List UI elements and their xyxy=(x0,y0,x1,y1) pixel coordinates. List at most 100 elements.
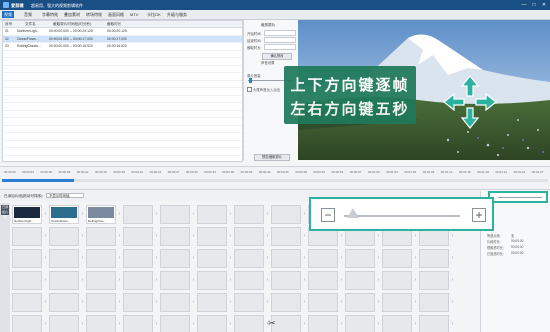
storyboard-empty-slot[interactable] xyxy=(12,249,42,268)
close-button[interactable]: ✕ xyxy=(540,1,548,9)
storyboard-empty-slot[interactable] xyxy=(12,293,42,312)
storyboard-empty-slot[interactable] xyxy=(86,227,116,246)
scissors-icon[interactable]: ✂ xyxy=(268,318,276,329)
storyboard-empty-slot[interactable] xyxy=(345,293,375,312)
menu-mtv[interactable]: MTV xyxy=(128,11,140,18)
storyboard-empty-slot[interactable] xyxy=(49,271,79,290)
storyboard-empty-slot[interactable] xyxy=(308,249,338,268)
storyboard-clip[interactable]: RollingClou... xyxy=(86,205,116,224)
storyboard-empty-slot[interactable] xyxy=(49,315,79,332)
storyboard-empty-slot[interactable] xyxy=(345,271,375,290)
storyboard-empty-slot[interactable] xyxy=(86,271,116,290)
fade-checkbox[interactable] xyxy=(247,87,252,92)
storyboard-empty-slot[interactable] xyxy=(197,205,227,224)
storyboard-empty-slot[interactable] xyxy=(271,249,301,268)
timeline-tick-label: 00:01:24 xyxy=(513,170,526,174)
menu-upgrade-service[interactable]: 升级与服务 xyxy=(165,11,189,18)
storyboard-empty-slot[interactable] xyxy=(86,293,116,312)
storyboard-empty-slot[interactable] xyxy=(160,249,190,268)
storyboard-empty-slot[interactable] xyxy=(123,249,153,268)
preview-cut-button[interactable]: 预览/截取原片 xyxy=(254,154,290,161)
storyboard-empty-slot[interactable] xyxy=(12,271,42,290)
menu-video[interactable]: 视频 xyxy=(2,11,14,18)
storyboard-empty-slot[interactable] xyxy=(123,293,153,312)
storyboard-empty-slot[interactable] xyxy=(197,271,227,290)
storyboard-empty-slot[interactable] xyxy=(271,271,301,290)
storyboard-clip[interactable]: OceanFlows... xyxy=(49,205,79,224)
storyboard-empty-slot[interactable] xyxy=(234,249,264,268)
storyboard-empty-slot[interactable] xyxy=(49,293,79,312)
storyboard-empty-slot[interactable] xyxy=(419,249,449,268)
maximize-button[interactable]: □ xyxy=(530,1,538,9)
storyboard-empty-slot[interactable] xyxy=(234,205,264,224)
storyboard-empty-slot[interactable] xyxy=(123,271,153,290)
storyboard-empty-slot[interactable] xyxy=(160,315,190,332)
storyboard-empty-slot[interactable] xyxy=(271,293,301,312)
storyboard-empty-slot[interactable] xyxy=(12,227,42,246)
menu-subtitle-effects[interactable]: 字幕特效 xyxy=(40,11,60,18)
start-time-field[interactable] xyxy=(264,30,296,36)
storyboard-empty-slot[interactable] xyxy=(12,315,42,332)
volume-slider-thumb[interactable] xyxy=(249,78,252,83)
file-row[interactable]: 01 NorthernLigh... 00:00:00.000 -- 00:00… xyxy=(3,28,242,36)
file-row-selected[interactable]: 02 OceanFlows... 00:00:00.000 -- 00:00:1… xyxy=(3,35,242,43)
storyboard-empty-slot[interactable] xyxy=(197,315,227,332)
file-row[interactable]: 03 RollingClouds... 00:00:00.000 -- 00:0… xyxy=(3,43,242,51)
storyboard-empty-slot[interactable] xyxy=(419,315,449,332)
timeline-tick-label: 00:00:12 xyxy=(76,170,89,174)
timeline-display-select[interactable]: 不显示时间轴 xyxy=(46,193,84,198)
storyboard-empty-slot[interactable] xyxy=(382,315,412,332)
storyboard-empty-slot[interactable] xyxy=(160,271,190,290)
menu-karaoke[interactable]: 卡拉OK xyxy=(145,11,163,18)
confirm-modify-button[interactable]: 确认修改 xyxy=(262,53,292,60)
storyboard-empty-slot[interactable] xyxy=(271,205,301,224)
storyboard-tab[interactable]: 已添加片段 xyxy=(1,205,9,219)
storyboard-empty-slot[interactable] xyxy=(308,293,338,312)
menu-audio[interactable]: 音频 xyxy=(22,11,34,18)
storyboard-empty-slot[interactable] xyxy=(308,315,338,332)
storyboard-empty-slot[interactable] xyxy=(234,293,264,312)
storyboard-empty-slot[interactable] xyxy=(160,227,190,246)
storyboard-empty-slot[interactable] xyxy=(49,227,79,246)
duration-field[interactable] xyxy=(264,44,296,50)
storyboard-empty-slot[interactable] xyxy=(382,249,412,268)
storyboard-empty-slot[interactable] xyxy=(345,315,375,332)
storyboard-empty-slot[interactable] xyxy=(123,227,153,246)
storyboard-empty-slot[interactable] xyxy=(197,293,227,312)
zoom-out-button[interactable]: − xyxy=(321,208,335,222)
clip-file-list: 序号 文件名 截取原片时间段(时分秒) 截取时长 01 NorthernLigh… xyxy=(2,20,243,163)
end-time-field[interactable] xyxy=(264,37,296,43)
storyboard-empty-slot[interactable] xyxy=(271,227,301,246)
storyboard-empty-slot[interactable] xyxy=(345,249,375,268)
zoom-slider-thumb[interactable] xyxy=(346,208,359,218)
storyboard-empty-slot[interactable] xyxy=(123,315,153,332)
storyboard-empty-slot[interactable] xyxy=(382,293,412,312)
storyboard-empty-slot[interactable] xyxy=(197,249,227,268)
menu-picture-style[interactable]: 画面风格 xyxy=(106,11,126,18)
storyboard-empty-slot[interactable] xyxy=(86,249,116,268)
minimize-button[interactable]: — xyxy=(520,1,528,9)
storyboard-empty-slot[interactable] xyxy=(160,205,190,224)
storyboard-empty-slot[interactable] xyxy=(308,271,338,290)
timeline-ruler[interactable]: 00:00:00 00:00:03 00:00:06 00:00:09 00:00:12… xyxy=(0,166,550,190)
storyboard-empty-slot[interactable] xyxy=(234,271,264,290)
menu-overlay-materials[interactable]: 叠加素材 xyxy=(62,11,82,18)
zoom-in-button[interactable]: + xyxy=(472,208,486,222)
storyboard-clip[interactable]: NorthernLigh... xyxy=(12,205,42,224)
storyboard-empty-slot[interactable] xyxy=(419,293,449,312)
menu-transition-effects[interactable]: 转场特效 xyxy=(84,11,104,18)
row-name: NorthernLigh... xyxy=(17,29,40,34)
storyboard-empty-slot[interactable] xyxy=(419,271,449,290)
storyboard-empty-slot[interactable] xyxy=(234,315,264,332)
storyboard-empty-slot[interactable] xyxy=(49,249,79,268)
sequence-arrow-icon: › xyxy=(44,321,47,327)
mini-zoom-slider[interactable] xyxy=(488,191,548,203)
storyboard-empty-slot[interactable] xyxy=(160,293,190,312)
zoom-slider-track[interactable] xyxy=(344,215,460,217)
storyboard-empty-slot[interactable] xyxy=(86,315,116,332)
storyboard-empty-slot[interactable] xyxy=(123,205,153,224)
storyboard-empty-slot[interactable] xyxy=(234,227,264,246)
timeline-track[interactable] xyxy=(2,179,548,182)
storyboard-empty-slot[interactable] xyxy=(197,227,227,246)
storyboard-empty-slot[interactable] xyxy=(382,271,412,290)
